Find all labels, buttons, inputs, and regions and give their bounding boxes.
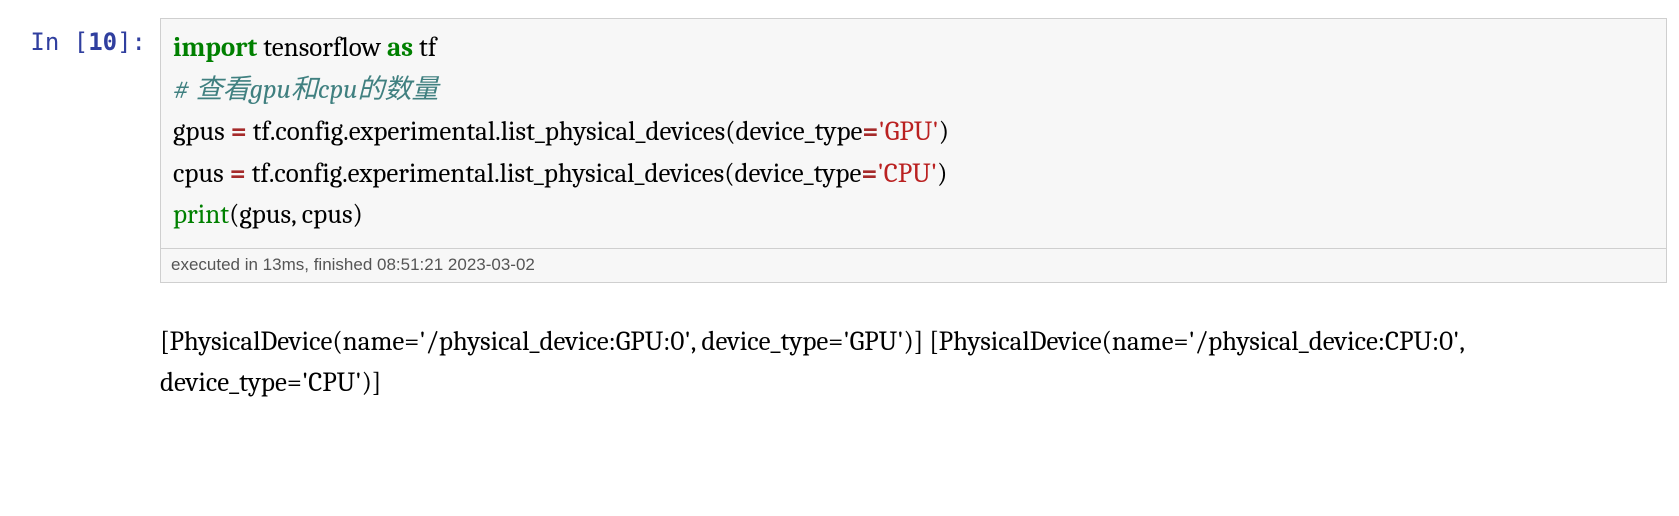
input-cell: In [10]: import tensorflow as tf # 查看gpu…	[12, 18, 1667, 283]
comment-line: # 查看gpu和cpu的数量	[173, 74, 438, 105]
stdout-text: [PhysicalDevice(name='/physical_device:G…	[160, 321, 1659, 405]
input-prompt: In [10]:	[12, 18, 160, 61]
string-cpu: 'CPU'	[877, 158, 937, 189]
keyword-import: import	[173, 32, 257, 63]
prompt-label: In	[30, 28, 59, 56]
prompt-number: 10	[88, 28, 117, 56]
output-prompt-spacer	[12, 321, 160, 405]
keyword-as: as	[387, 32, 413, 63]
builtin-print: print	[173, 199, 229, 230]
string-gpu: 'GPU'	[878, 116, 938, 147]
output-area: [PhysicalDevice(name='/physical_device:G…	[160, 321, 1667, 405]
output-cell: [PhysicalDevice(name='/physical_device:G…	[12, 321, 1667, 405]
execution-info: executed in 13ms, finished 08:51:21 2023…	[161, 248, 1666, 281]
code-block[interactable]: import tensorflow as tf # 查看gpu和cpu的数量 g…	[173, 27, 1654, 236]
code-input-area[interactable]: import tensorflow as tf # 查看gpu和cpu的数量 g…	[160, 18, 1667, 283]
